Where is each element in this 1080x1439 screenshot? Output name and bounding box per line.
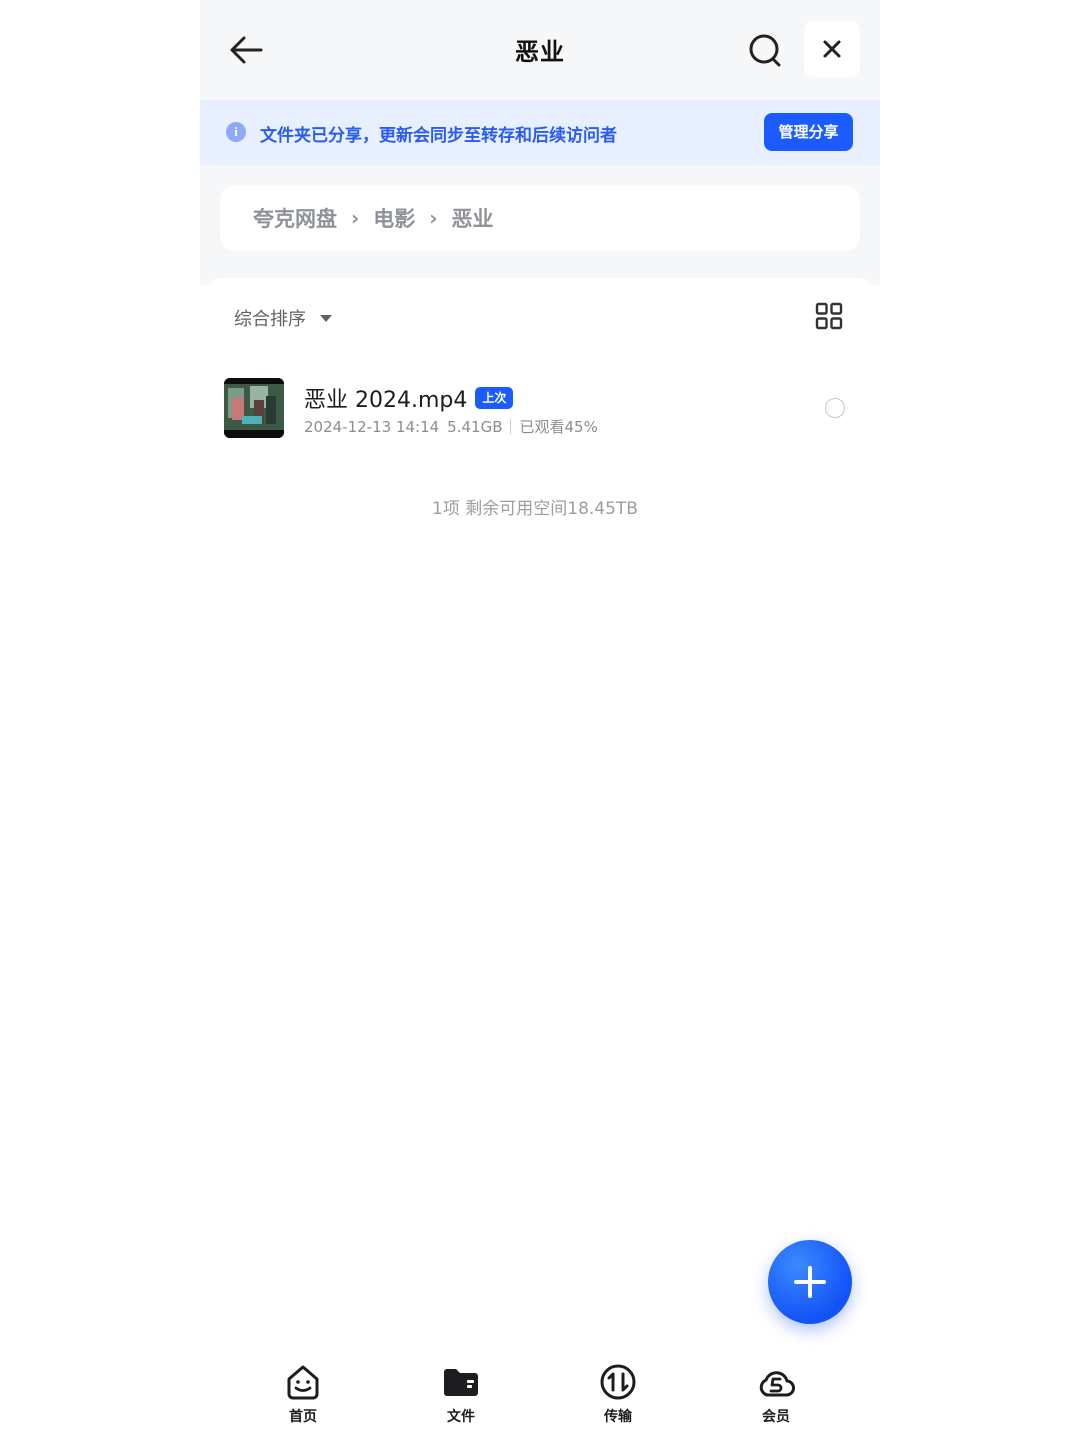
caret-down-icon bbox=[320, 314, 332, 322]
nav-item-transfer[interactable]: 传输 bbox=[578, 1362, 658, 1426]
breadcrumb-separator: › bbox=[429, 206, 438, 230]
nav-label-files: 文件 bbox=[447, 1409, 475, 1425]
breadcrumb: 夸克网盘 › 电影 › 恶业 bbox=[220, 185, 860, 251]
last-watched-badge: 上次 bbox=[475, 387, 514, 409]
transfer-icon bbox=[600, 1364, 636, 1400]
file-meta: 2024-12-13 14:14 5.41GB 已观看45% bbox=[304, 416, 598, 437]
manage-share-button[interactable]: 管理分享 bbox=[764, 113, 853, 151]
select-radio[interactable] bbox=[825, 398, 845, 418]
file-size: 5.41GB bbox=[447, 417, 503, 436]
add-button[interactable] bbox=[768, 1240, 852, 1324]
nav-item-member[interactable]: 会员 bbox=[736, 1362, 816, 1426]
breadcrumb-area: 夸克网盘 › 电影 › 恶业 bbox=[200, 165, 880, 285]
storage-summary: 1项 剩余可用空间18.45TB bbox=[432, 499, 638, 519]
share-notice-banner: i 文件夹已分享，更新会同步至转存和后续访问者 管理分享 bbox=[200, 100, 880, 165]
file-date: 2024-12-13 14:14 bbox=[304, 417, 440, 436]
close-icon bbox=[823, 40, 841, 58]
home-smile-icon bbox=[287, 1365, 319, 1400]
watch-progress: 已观看45% bbox=[519, 418, 598, 436]
nav-label-transfer: 传输 bbox=[604, 1409, 632, 1425]
member-cloud-icon bbox=[759, 1371, 795, 1397]
nav-item-home[interactable]: 首页 bbox=[263, 1362, 343, 1426]
video-thumbnail bbox=[224, 378, 284, 438]
nav-label-member: 会员 bbox=[762, 1409, 790, 1425]
nav-label-home: 首页 bbox=[289, 1409, 317, 1425]
folder-icon bbox=[444, 1369, 478, 1396]
search-icon bbox=[749, 34, 781, 67]
sort-dropdown[interactable]: 综合排序 bbox=[234, 305, 332, 331]
info-icon: i bbox=[226, 122, 246, 142]
file-row[interactable]: 恶业 2024.mp4 上次 2024-12-13 14:14 5.41GB 已… bbox=[200, 370, 880, 446]
close-button[interactable] bbox=[804, 21, 860, 77]
top-bar: 恶业 bbox=[200, 0, 880, 100]
file-name: 恶业 2024.mp4 bbox=[304, 388, 468, 413]
app-screen: 恶业 i 文件夹已分享，更新会同步至转存和后续访问者 管理分享 夸克网盘 › 电… bbox=[200, 0, 880, 1439]
sort-label: 综合排序 bbox=[234, 309, 306, 330]
search-button[interactable] bbox=[745, 30, 785, 70]
breadcrumb-item-root[interactable]: 夸克网盘 bbox=[253, 203, 337, 233]
grid-view-icon bbox=[815, 302, 843, 330]
share-notice-text: 文件夹已分享，更新会同步至转存和后续访问者 bbox=[260, 126, 617, 146]
breadcrumb-item-movies[interactable]: 电影 bbox=[373, 203, 415, 233]
plus-icon bbox=[794, 1266, 826, 1298]
breadcrumb-separator: › bbox=[351, 206, 360, 230]
nav-item-files[interactable]: 文件 bbox=[421, 1362, 501, 1426]
meta-divider bbox=[510, 419, 512, 434]
breadcrumb-item-current[interactable]: 恶业 bbox=[452, 203, 494, 233]
view-toggle-button[interactable] bbox=[815, 302, 843, 330]
bottom-nav: 首页 文件 传输 会员 bbox=[200, 1350, 880, 1439]
